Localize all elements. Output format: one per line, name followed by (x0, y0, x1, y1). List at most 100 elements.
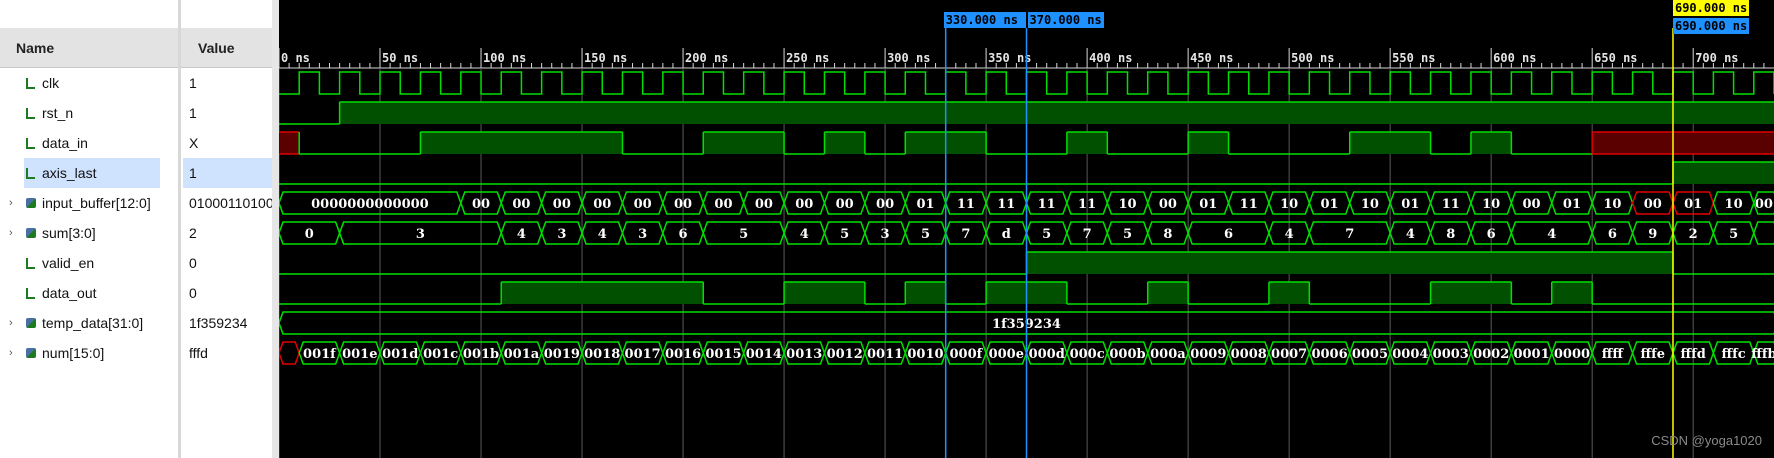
sum-wave-segment-label: 4 (598, 227, 607, 242)
num-wave-segment-label: 0002 (1473, 347, 1509, 362)
ruler-tick-label: 250 ns (786, 51, 829, 65)
signal-row-clk[interactable]: clk (0, 68, 178, 98)
num-wave-segment-label: fffb (1751, 347, 1774, 362)
value-column-divider[interactable] (272, 0, 279, 458)
num-wave-segment-label: 0001 (1513, 347, 1549, 362)
ruler-tick-label: 550 ns (1392, 51, 1435, 65)
data-in-wave-high-fill (1188, 132, 1229, 154)
signal-row-data_in[interactable]: data_in (0, 128, 178, 158)
ruler-tick-label: 300 ns (887, 51, 930, 65)
sum-wave-segment-label: 9 (1648, 227, 1657, 242)
data-in-wave-high-fill (1066, 132, 1108, 154)
signal-row-sum[interactable]: › sum[3:0] (0, 218, 178, 248)
signal-value-data_in[interactable]: X (183, 128, 272, 158)
signal-row-data_out[interactable]: data_out (0, 278, 178, 308)
num-wave-segment-label: 001e (342, 347, 377, 362)
num-wave-segment-label: 000c (1070, 347, 1105, 362)
name-column-header[interactable]: Name (0, 28, 178, 68)
signal-value-clk[interactable]: 1 (183, 68, 272, 98)
signal-value-temp_data[interactable]: 1f359234 (183, 308, 272, 338)
signal-value-rst_n[interactable]: 1 (183, 98, 272, 128)
value-column-header[interactable]: Value (181, 28, 272, 68)
input-buffer-wave-segment-label: 10 (1725, 197, 1743, 212)
signal-value-text: X (189, 135, 199, 151)
input-buffer-wave-segment-label: 00 (795, 197, 813, 212)
signal-name: data_in (42, 135, 88, 151)
sum-wave-segment-label: 4 (1285, 227, 1294, 242)
bus-signal-icon (26, 228, 36, 238)
num-wave-segment-label: 0012 (827, 347, 863, 362)
expand-chevron-icon[interactable]: › (9, 218, 13, 248)
data-in-wave-x-fill (279, 132, 300, 154)
sum-wave-segment-label: 4 (517, 227, 526, 242)
signal-value-sum[interactable]: 2 (183, 218, 272, 248)
sum-wave-segment-label: d (1002, 227, 1011, 242)
cursor-time-label[interactable]: 370.000 ns (1027, 12, 1104, 28)
signal-row-rst_n[interactable]: rst_n (0, 98, 178, 128)
input-buffer-wave-segment-label: 00 (674, 197, 692, 212)
input-buffer-wave-segment-label: 00 (1159, 197, 1177, 212)
num-wave-segment-label: 000b (1109, 347, 1145, 362)
expand-chevron-icon[interactable]: › (9, 188, 13, 218)
input-buffer-wave-segment-label: 10 (1603, 197, 1621, 212)
signal-row-num[interactable]: › num[15:0] (0, 338, 178, 368)
data-in-wave-x-fill (1592, 132, 1774, 154)
num-wave-segment-label: 000a (1150, 347, 1186, 362)
sum-wave-segment-label: 5 (840, 227, 849, 242)
signal-value-text: fffd (189, 345, 208, 361)
bit-signal-icon (26, 138, 35, 149)
waveform-canvas[interactable]: 0 ns 50 ns 100 ns 150 ns 200 ns 250 ns 300 ns 3… (279, 0, 1774, 458)
signal-row-valid_en[interactable]: valid_en (0, 248, 178, 278)
signal-row-axis_last[interactable]: axis_last (24, 158, 160, 188)
input-buffer-wave-segment-label: 00 (593, 197, 611, 212)
sum-wave-segment-label: 4 (800, 227, 809, 242)
num-wave-segment-label: 0000 (1554, 347, 1590, 362)
input-buffer-wave-segment-label: 10 (1280, 197, 1298, 212)
signal-name: axis_last (42, 165, 97, 181)
num-wave-segment-label: 0019 (544, 347, 580, 362)
ruler-tick-label: 650 ns (1594, 51, 1637, 65)
sum-wave-segment-label: 4 (1547, 227, 1556, 242)
num-wave-segment-label: 0017 (625, 347, 661, 362)
sum-wave-segment-label: 4 (1406, 227, 1415, 242)
signal-row-temp_data[interactable]: › temp_data[31:0] (0, 308, 178, 338)
num-wave-segment-label: 001d (382, 347, 418, 362)
ruler-tick-label: 200 ns (685, 51, 728, 65)
signal-value-data_out[interactable]: 0 (183, 278, 272, 308)
cursor-time-label[interactable]: 330.000 ns (943, 12, 1027, 28)
ruler-tick-label: 450 ns (1190, 51, 1233, 65)
signal-value-num[interactable]: fffd (183, 338, 272, 368)
input-buffer-wave-segment-label: 11 (1442, 197, 1460, 212)
num-wave-segment (279, 341, 301, 365)
signal-name: clk (42, 75, 60, 91)
bit-signal-icon (26, 288, 35, 299)
ruler-tick-label: 350 ns (988, 51, 1031, 65)
sum-wave-segment-label: 6 (1487, 227, 1496, 242)
data-in-wave-high-fill (1349, 132, 1431, 154)
num-wave-segment-label: fffe (1641, 347, 1666, 362)
expand-chevron-icon[interactable]: › (9, 338, 13, 368)
watermark: CSDN @yoga1020 (1651, 433, 1762, 448)
num-wave-segment-label: fffc (1722, 347, 1746, 362)
marker-time-label[interactable]: 690.000 ns (1672, 18, 1750, 34)
num-wave-segment-label: 001b (463, 347, 499, 362)
num-wave-segment-label: 0018 (584, 347, 620, 362)
sum-wave-segment-label: 5 (1729, 227, 1738, 242)
signal-name: data_out (42, 285, 97, 301)
num-wave-segment-label: 0016 (665, 347, 701, 362)
signal-value-axis_last[interactable]: 1 (183, 158, 272, 188)
signal-value-input_buffer[interactable]: 0100011010000 (183, 188, 272, 218)
signal-value-valid_en[interactable]: 0 (183, 248, 272, 278)
sum-wave-segment-label: 3 (881, 227, 890, 242)
expand-chevron-icon[interactable]: › (9, 308, 13, 338)
data-out-wave-high-fill (1268, 282, 1310, 304)
cursor-time-label[interactable]: 690.000 ns (1672, 0, 1750, 16)
input-buffer-wave-segment-label: 11 (957, 197, 975, 212)
signal-row-input_buffer[interactable]: › input_buffer[12:0] (0, 188, 178, 218)
input-buffer-wave-segment-label: 00 (876, 197, 894, 212)
signal-value-text: 0100011010000 (189, 195, 272, 211)
input-buffer-wave-segment-label: 00 (755, 197, 773, 212)
rst-n-wave-high-fill (339, 102, 1774, 124)
signal-name: valid_en (42, 255, 95, 271)
signal-value-text: 1 (189, 75, 197, 91)
